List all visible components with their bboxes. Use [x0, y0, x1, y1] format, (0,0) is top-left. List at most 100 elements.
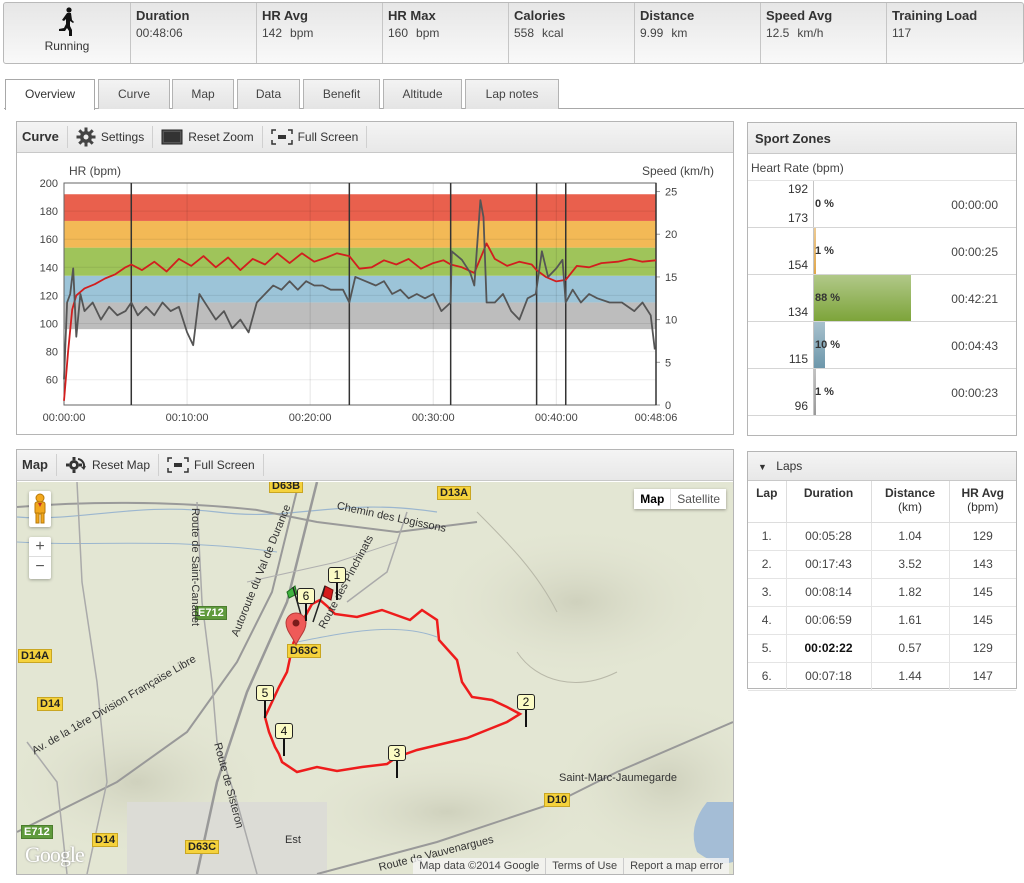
- running-person-icon: [59, 7, 74, 36]
- gear-icon: [76, 127, 96, 147]
- lap-flag-pole: [264, 701, 266, 718]
- right-tick-label: 0: [665, 400, 671, 412]
- tab-map[interactable]: Map: [172, 79, 234, 109]
- lap-row[interactable]: 3. 00:08:14 1.82 145: [748, 578, 1016, 607]
- col-label: Lap: [756, 486, 778, 500]
- place-label: Route de Saint-Canadet: [189, 508, 201, 627]
- lap-number: 4.: [748, 606, 787, 635]
- lap-number: 2.: [748, 550, 787, 579]
- terms-of-use-link[interactable]: Terms of Use: [545, 858, 623, 874]
- stat-label: HR Max: [388, 8, 436, 23]
- tab-overview[interactable]: Overview: [5, 79, 95, 110]
- zone-percent: 1 %: [815, 245, 834, 257]
- stat-value: 142: [262, 26, 283, 40]
- lap-row[interactable]: 5. 00:02:22 0.57 129: [748, 634, 1016, 663]
- reset-map-button[interactable]: Reset Map: [57, 454, 160, 476]
- lap-flag-marker[interactable]: 4: [275, 723, 293, 757]
- lap-flag-pole: [283, 739, 285, 756]
- lap-distance: 1.82: [871, 578, 950, 607]
- zone-upper-bound: 192: [787, 182, 808, 196]
- lap-flag-marker[interactable]: 1: [328, 567, 346, 601]
- road-label-d13a: D13A: [437, 486, 472, 500]
- tab-altitude[interactable]: Altitude: [383, 79, 462, 109]
- lap-flag-label: 3: [388, 745, 406, 761]
- zone-time: 00:00:00: [951, 198, 998, 212]
- lap-flag-marker[interactable]: 3: [388, 745, 406, 779]
- lap-hr-avg: 143: [949, 550, 1016, 579]
- lap-flag-pole: [396, 761, 398, 778]
- lap-row[interactable]: 2. 00:17:43 3.52 143: [748, 550, 1016, 579]
- lap-duration: 00:07:18: [786, 662, 872, 691]
- lap-row[interactable]: 4. 00:06:59 1.61 145: [748, 606, 1016, 635]
- right-tick-label: 10: [665, 315, 677, 327]
- map-canvas[interactable]: D63B D13A E712 D14A D14 D63C D10 E712 D1…: [17, 482, 733, 874]
- col-unit: (bpm): [967, 500, 999, 514]
- hr-zone-band: [64, 194, 656, 221]
- pegman-icon: [34, 493, 46, 524]
- stat-training-load: Training Load 117: [887, 3, 1023, 63]
- left-tick-label: 140: [40, 262, 58, 274]
- street-view-pegman[interactable]: [29, 491, 51, 527]
- col-duration: Duration: [786, 481, 872, 523]
- zone-row: 115 10 % 00:04:43: [748, 322, 1016, 369]
- laps-title: Laps: [776, 459, 803, 473]
- curve-toolbar: Curve Settings Reset Zoom Full Screen: [17, 122, 733, 153]
- place-label: Est: [285, 834, 301, 846]
- lap-flag-marker[interactable]: 6: [297, 588, 315, 622]
- lap-flag-label: 6: [297, 588, 315, 604]
- road-label-d63b: D63B: [269, 482, 304, 493]
- map-full-screen-button[interactable]: Full Screen: [159, 454, 264, 476]
- map-type-map-button[interactable]: Map: [634, 489, 672, 509]
- x-tick-label: 00:30:00: [412, 412, 455, 424]
- report-map-error-link[interactable]: Report a map error: [623, 858, 729, 874]
- curve-title: Curve: [17, 126, 68, 148]
- lap-distance: 1.04: [871, 522, 950, 551]
- full-screen-button[interactable]: Full Screen: [263, 126, 368, 148]
- lap-number: 1.: [748, 522, 787, 551]
- zone-row: 154 1 % 00:00:25: [748, 228, 1016, 275]
- left-tick-label: 120: [40, 290, 58, 302]
- tab-benefit[interactable]: Benefit: [303, 79, 380, 109]
- laps-table: Lap Duration Distance (km) HR Avg (bpm) 1.…: [748, 481, 1016, 691]
- zoom-in-button[interactable]: +: [29, 537, 51, 557]
- zoom-out-button[interactable]: −: [29, 557, 51, 577]
- lap-row[interactable]: 6. 00:07:18 1.44 147: [748, 662, 1016, 691]
- laps-header[interactable]: ▼ Laps: [748, 452, 1016, 481]
- zone-row: 96 1 % 00:00:23: [748, 369, 1016, 416]
- lap-row[interactable]: 1. 00:05:28 1.04 129: [748, 522, 1016, 551]
- stat-label: HR Avg: [262, 8, 308, 23]
- lap-distance: 3.52: [871, 550, 950, 579]
- right-tick-label: 20: [665, 229, 677, 241]
- zone-percent: 88 %: [815, 292, 841, 304]
- reset-zoom-button[interactable]: Reset Zoom: [153, 126, 263, 148]
- road-label-d14: D14: [37, 697, 64, 711]
- road-label-d63c: D63C: [287, 644, 322, 658]
- col-hr-avg: HR Avg (bpm): [949, 481, 1016, 523]
- map-type-satellite-button[interactable]: Satellite: [671, 489, 726, 509]
- tab-lap-notes[interactable]: Lap notes: [465, 79, 559, 109]
- right-tick-label: 15: [665, 272, 677, 284]
- stat-unit: km: [671, 26, 688, 40]
- lap-flag-marker[interactable]: 5: [256, 685, 274, 719]
- right-tick-label: 5: [665, 357, 671, 369]
- settings-button[interactable]: Settings: [68, 126, 154, 148]
- map-toolbar: Map Reset Map Full Screen: [17, 450, 733, 481]
- zone-time: 00:00:25: [951, 245, 998, 259]
- col-distance: Distance (km): [871, 481, 950, 523]
- tab-curve[interactable]: Curve: [98, 79, 170, 109]
- lap-distance: 1.61: [871, 606, 950, 635]
- tab-bar: Overview Curve Map Data Benefit Altitude…: [4, 78, 1024, 110]
- map-title: Map: [17, 454, 57, 476]
- right-axis-title: Speed (km/h): [642, 164, 714, 178]
- col-lap: Lap: [748, 481, 787, 523]
- zone-lower-bound: 134: [787, 305, 808, 319]
- tab-data[interactable]: Data: [237, 79, 300, 109]
- lap-distance: 1.44: [871, 662, 950, 691]
- stat-unit: bpm: [416, 26, 440, 40]
- x-tick-label: 00:48:06: [635, 412, 678, 424]
- road-label-d10: D10: [544, 793, 571, 807]
- zone-lower-bound: 115: [788, 352, 808, 366]
- right-tick-label: 25: [665, 187, 677, 199]
- hr-speed-chart[interactable]: 60 80 100 120 140 160 180 200 0 5 10 15 20 25 00:00:00…: [17, 154, 733, 434]
- lap-flag-marker[interactable]: 2: [517, 694, 535, 728]
